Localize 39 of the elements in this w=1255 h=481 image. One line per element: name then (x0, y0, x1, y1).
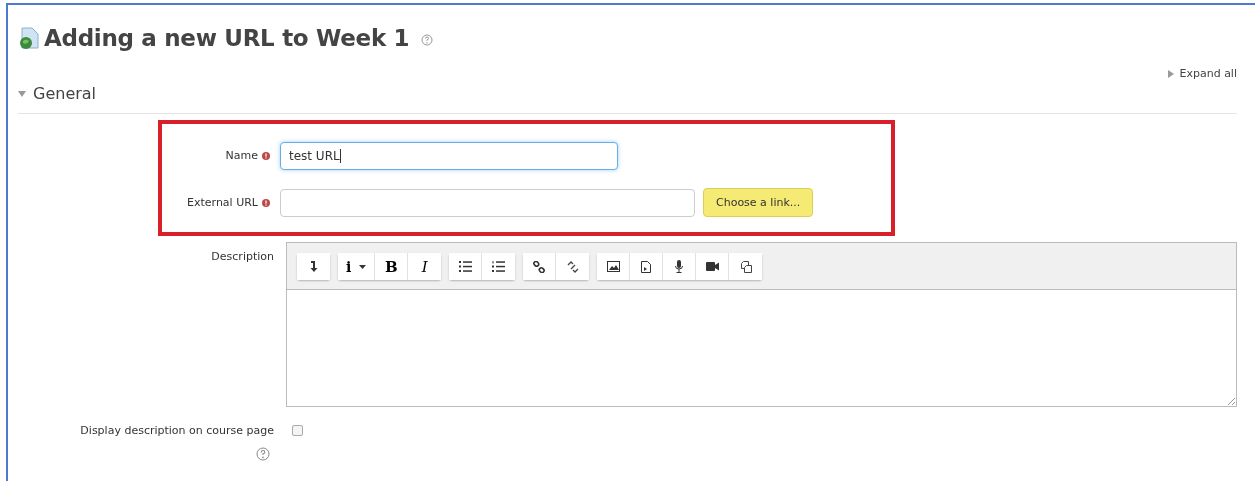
arrow-down-icon (309, 261, 318, 272)
link-icon (533, 260, 546, 273)
field-label: Name (225, 149, 258, 162)
link-button[interactable] (523, 253, 557, 280)
image-button[interactable] (597, 253, 631, 280)
image-icon (606, 261, 620, 272)
mic-button[interactable] (663, 253, 697, 280)
paste-button[interactable] (729, 253, 763, 280)
caret-icon (18, 90, 26, 97)
caret-icon (359, 264, 367, 269)
expand-all-link[interactable]: Expand all (1167, 67, 1237, 80)
help-icon[interactable] (256, 447, 270, 461)
url-input[interactable] (280, 188, 695, 217)
caret-right-icon (1167, 69, 1174, 78)
field-label: Description (211, 250, 274, 263)
dropdown-button[interactable]: i (338, 253, 376, 280)
file-icon (641, 260, 652, 273)
media-button[interactable] (630, 253, 664, 280)
name-input[interactable]: test URL (280, 141, 618, 170)
italic-button[interactable]: I (408, 253, 442, 280)
document-globe-icon (18, 26, 40, 50)
video-button[interactable] (696, 253, 730, 280)
bullets-button[interactable] (449, 253, 483, 280)
bold-button[interactable]: B (375, 253, 409, 280)
copy-icon (739, 260, 752, 273)
broken-link-icon (566, 260, 579, 273)
numbers-button[interactable] (482, 253, 516, 280)
section-toggle[interactable]: General (18, 84, 1237, 103)
checkbox[interactable] (292, 425, 303, 436)
page-title: Adding a new URL to Week 1 (44, 25, 410, 51)
field-label: Display description on course page (80, 424, 274, 437)
video-camera-icon (705, 262, 719, 271)
bullet-list-icon (458, 261, 472, 272)
resize-handle-icon[interactable] (1227, 397, 1235, 405)
choose-link-button[interactable]: Choose a link... (703, 188, 814, 217)
numbered-list-icon (492, 261, 506, 272)
microphone-icon (675, 260, 684, 273)
collapse-button[interactable] (297, 253, 330, 280)
field-label: External URL (187, 196, 258, 209)
